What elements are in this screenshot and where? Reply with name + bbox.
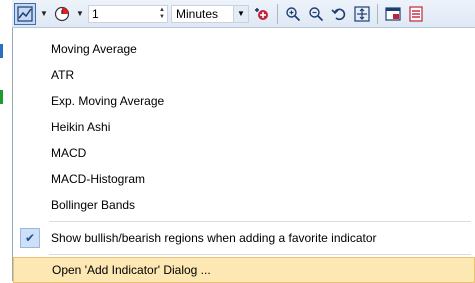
menu-item-moving-average[interactable]: Moving Average (13, 36, 475, 62)
menu-item-label: MACD (51, 146, 87, 160)
interval-dropdown-arrow[interactable]: ▼ (75, 3, 85, 25)
interval-value: 1 (92, 6, 99, 21)
add-chart-button[interactable] (252, 3, 272, 25)
zoom-out-button[interactable] (306, 3, 326, 25)
menu-item-show-bullish-bearish-regions[interactable]: ✔ Show bullish/bearish regions when addi… (13, 225, 475, 251)
spinner-arrows-icon[interactable]: ▲ ▼ (157, 7, 167, 21)
app-edge-mark-green (0, 90, 3, 104)
app-edge-mark-blue (0, 44, 3, 58)
fit-icon (354, 5, 370, 22)
menu-item-label: Open 'Add Indicator' Dialog ... (52, 263, 211, 277)
menu-separator (49, 254, 471, 255)
menu-item-open-add-indicator-dialog[interactable]: Open 'Add Indicator' Dialog ... (13, 257, 475, 283)
menu-item-label: MACD-Histogram (51, 172, 146, 186)
zoom-in-icon (286, 6, 301, 21)
zoom-out-icon (309, 6, 324, 21)
interval-button[interactable] (52, 3, 72, 25)
indicator-icon (17, 5, 33, 22)
clock-icon (54, 6, 70, 21)
interval-spinner[interactable]: 1 ▲ ▼ (88, 4, 168, 23)
undo-icon (331, 8, 346, 20)
underlying-app-edge (0, 0, 12, 281)
menu-item-bollinger-bands[interactable]: Bollinger Bands (13, 192, 475, 218)
add-chart-icon (255, 7, 268, 20)
menu-separator (49, 221, 471, 222)
chevron-down-icon[interactable]: ▼ (233, 5, 248, 22)
zoom-in-button[interactable] (283, 3, 303, 25)
menu-item-exp-moving-average[interactable]: Exp. Moving Average (13, 88, 475, 114)
unit-value: Minutes (176, 6, 219, 21)
properties-icon (409, 5, 423, 22)
menu-item-label: Bollinger Bands (51, 198, 136, 212)
menu-item-label: Exp. Moving Average (51, 94, 165, 108)
indicator-button[interactable] (14, 2, 36, 25)
menu-item-atr[interactable]: ATR (13, 62, 475, 88)
menu-item-label: Moving Average (51, 42, 137, 56)
undo-zoom-button[interactable] (329, 3, 349, 25)
indicator-menu: Moving Average ATR Exp. Moving Average H… (12, 28, 475, 283)
toolbar-separator (277, 3, 278, 24)
chart-window-button[interactable] (383, 3, 403, 25)
unit-combobox[interactable]: Minutes ▼ (171, 4, 249, 23)
menu-item-label: ATR (51, 68, 75, 82)
toolbar-separator (377, 3, 378, 24)
chart-window-icon (385, 6, 401, 21)
properties-button[interactable] (406, 3, 426, 25)
checkmark-icon: ✔ (20, 228, 40, 248)
chart-toolbar: ▼ ▼ 1 ▲ ▼ Minutes ▼ (12, 0, 475, 28)
menu-item-label: Heikin Ashi (51, 120, 111, 134)
menu-item-label: Show bullish/bearish regions when adding… (51, 231, 377, 245)
menu-item-macd[interactable]: MACD (13, 140, 475, 166)
indicator-dropdown-arrow[interactable]: ▼ (39, 3, 49, 25)
fit-chart-button[interactable] (352, 3, 372, 25)
menu-item-macd-histogram[interactable]: MACD-Histogram (13, 166, 475, 192)
menu-item-heikin-ashi[interactable]: Heikin Ashi (13, 114, 475, 140)
